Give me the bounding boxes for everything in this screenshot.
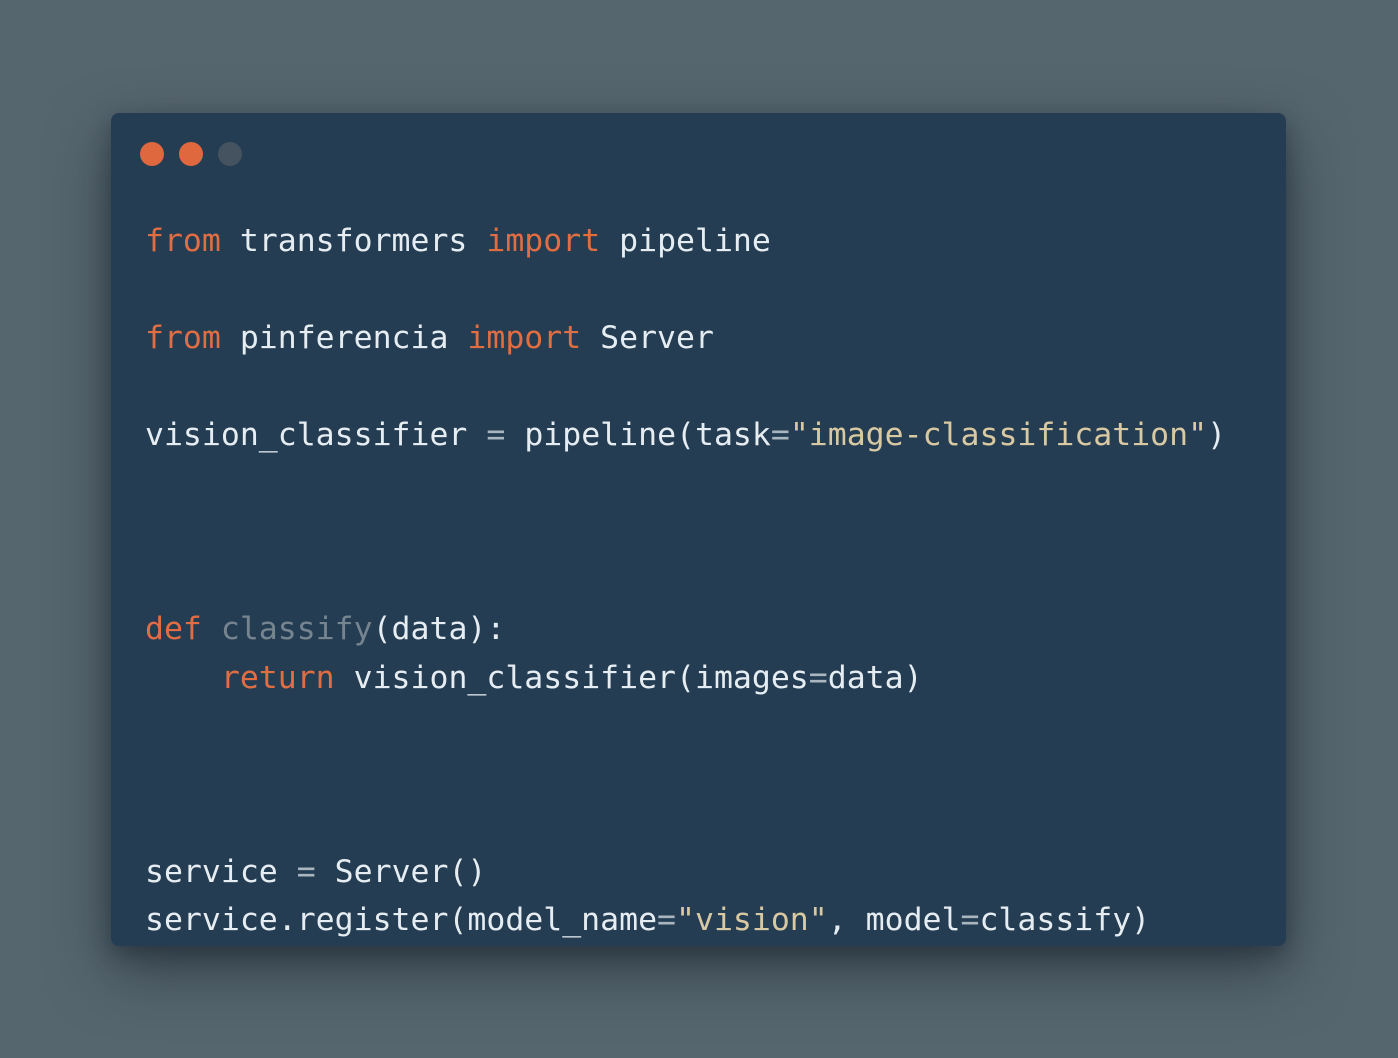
code-line-1: from transformers import pipeline	[145, 217, 1226, 266]
maximize-dot-icon[interactable]	[218, 142, 242, 166]
code-line-5: return vision_classifier(images=data)	[145, 654, 1226, 703]
variable: service	[145, 853, 278, 890]
code-block: from transformers import pipeline from pi…	[145, 217, 1226, 945]
code-line-2: from pinferencia import Server	[145, 314, 1226, 363]
module-name: transformers	[220, 223, 487, 259]
operator: =	[960, 902, 980, 938]
keyword: def	[145, 611, 202, 647]
operator: =	[467, 417, 525, 453]
args: , model	[827, 902, 961, 938]
variable: vision_classifier	[145, 417, 468, 453]
keyword: import	[467, 320, 582, 356]
code-window: from transformers import pipeline from pi…	[111, 113, 1286, 946]
code-line-7: service.register(model_name="vision", mo…	[145, 896, 1226, 945]
operator: =	[808, 659, 828, 696]
call: Server()	[334, 853, 487, 890]
keyword: return	[220, 659, 335, 696]
operator: =	[657, 902, 677, 938]
args: data)	[827, 659, 923, 696]
code-line-6: service = Server()	[145, 848, 1226, 897]
code-line-3: vision_classifier = pipeline(task="image…	[145, 411, 1226, 460]
operator: =	[770, 417, 790, 453]
function-name: classify	[220, 611, 373, 647]
keyword: from	[145, 320, 221, 356]
module-name: pinferencia	[220, 320, 468, 356]
call: vision_classifier(images	[334, 659, 809, 696]
window-controls	[140, 142, 242, 166]
import-name: pipeline	[600, 223, 771, 259]
args: classify)	[979, 902, 1151, 938]
keyword: from	[145, 223, 221, 259]
keyword: import	[486, 223, 601, 259]
call: pipeline(task	[524, 417, 771, 453]
close-dot-icon[interactable]	[140, 142, 164, 166]
params: (data):	[372, 611, 506, 647]
code-line-4: def classify(data):	[145, 605, 1226, 654]
operator: =	[277, 853, 335, 890]
paren: )	[1207, 417, 1227, 453]
string-literal: "vision"	[676, 902, 828, 938]
import-name: Server	[581, 320, 714, 356]
call: service.register(model_name	[145, 902, 658, 938]
minimize-dot-icon[interactable]	[179, 142, 203, 166]
string-literal: "image-classification"	[789, 417, 1208, 453]
